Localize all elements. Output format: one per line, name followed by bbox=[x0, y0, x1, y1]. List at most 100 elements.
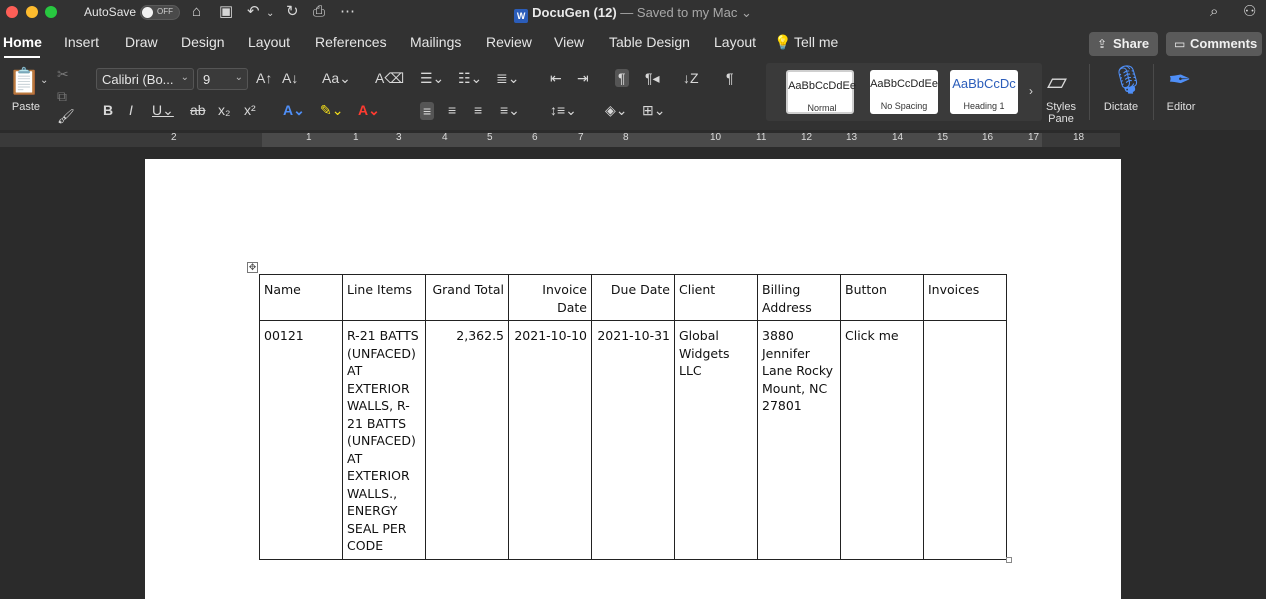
show-marks-icon[interactable]: ¶ bbox=[726, 70, 734, 86]
shrink-font-icon[interactable]: A↓ bbox=[282, 70, 298, 86]
borders-icon[interactable]: ⊞⌄ bbox=[642, 102, 665, 118]
numbering-icon[interactable]: ☷⌄ bbox=[458, 70, 482, 86]
style-no-spacing[interactable]: AaBbCcDdEe No Spacing bbox=[870, 70, 938, 114]
clear-formatting-icon[interactable]: A⌫ bbox=[375, 70, 404, 86]
cell-billing-address[interactable]: 3880 Jennifer Lane Rocky Mount, NC 27801 bbox=[757, 320, 841, 560]
tell-me[interactable]: Tell me bbox=[794, 34, 838, 50]
saved-status[interactable]: — Saved to my Mac ⌄ bbox=[620, 5, 752, 20]
shading-icon[interactable]: ◈⌄ bbox=[605, 102, 628, 118]
table-move-handle[interactable]: ✥ bbox=[247, 262, 258, 273]
tab-table-layout[interactable]: Layout bbox=[714, 34, 756, 50]
italic-icon[interactable]: I bbox=[129, 102, 133, 118]
ruler-number: 14 bbox=[892, 132, 904, 143]
align-center-icon[interactable]: ≡ bbox=[448, 102, 456, 118]
align-left-icon[interactable]: ≡ bbox=[420, 102, 435, 120]
header-grand-total[interactable]: Grand Total bbox=[425, 274, 509, 321]
tab-design[interactable]: Design bbox=[181, 34, 225, 50]
ruler-number: 2 bbox=[171, 132, 177, 143]
dictate-label[interactable]: Dictate bbox=[1098, 101, 1144, 113]
editor-icon[interactable]: ✒ bbox=[1168, 64, 1191, 96]
divider bbox=[1153, 64, 1154, 120]
cell-client[interactable]: Global Widgets LLC bbox=[674, 320, 758, 560]
comments-button[interactable]: ▭ Comments bbox=[1166, 32, 1262, 56]
tab-table-design[interactable]: Table Design bbox=[609, 34, 690, 50]
style-preview: AaBbCcDdEe bbox=[788, 80, 856, 92]
paste-icon[interactable]: 📋 bbox=[8, 66, 40, 96]
tab-draw[interactable]: Draw bbox=[125, 34, 158, 50]
header-invoice-date[interactable]: Invoice Date bbox=[508, 274, 592, 321]
divider bbox=[1089, 64, 1090, 120]
table-resize-handle[interactable] bbox=[1006, 557, 1012, 563]
font-color-icon[interactable]: A⌄ bbox=[358, 102, 380, 118]
multilevel-list-icon[interactable]: ≣⌄ bbox=[496, 70, 519, 86]
cell-invoices[interactable] bbox=[923, 320, 1007, 560]
editor-label[interactable]: Editor bbox=[1160, 101, 1202, 113]
style-preview: AaBbCcDdEe bbox=[870, 78, 938, 90]
paste-label[interactable]: Paste bbox=[6, 101, 46, 113]
table-header-row: Name Line Items Grand Total Invoice Date… bbox=[259, 274, 1007, 321]
cell-due-date[interactable]: 2021-10-31 bbox=[591, 320, 675, 560]
font-name-select[interactable]: Calibri (Bo... ⌄ bbox=[96, 68, 194, 90]
tab-insert[interactable]: Insert bbox=[64, 34, 99, 50]
styles-pane-label[interactable]: Styles Pane bbox=[1040, 101, 1082, 125]
ltr-icon[interactable]: ¶ bbox=[615, 69, 629, 87]
account-icon[interactable]: ⚇ bbox=[1243, 3, 1256, 21]
header-client[interactable]: Client bbox=[674, 274, 758, 321]
header-name[interactable]: Name bbox=[259, 274, 343, 321]
cell-name[interactable]: 00121 bbox=[259, 320, 343, 560]
style-heading-1[interactable]: AaBbCcDc Heading 1 bbox=[950, 70, 1018, 114]
cell-line-items[interactable]: R-21 BATTS (UNFACED) AT EXTERIOR WALLS, … bbox=[342, 320, 426, 560]
strikethrough-icon[interactable]: ab bbox=[190, 102, 206, 118]
tab-mailings[interactable]: Mailings bbox=[410, 34, 461, 50]
cell-button[interactable]: Click me bbox=[840, 320, 924, 560]
chevron-right-icon[interactable]: › bbox=[1029, 83, 1033, 99]
style-normal[interactable]: AaBbCcDdEe Normal bbox=[786, 70, 856, 114]
tab-references[interactable]: References bbox=[315, 34, 387, 50]
copy-icon[interactable]: ⧉ bbox=[57, 88, 67, 104]
cell-invoice-date[interactable]: 2021-10-10 bbox=[508, 320, 592, 560]
header-button[interactable]: Button bbox=[840, 274, 924, 321]
microphone-icon[interactable]: 🎙 bbox=[1110, 64, 1146, 96]
doc-name: DocuGen (12) bbox=[532, 5, 617, 20]
format-painter-icon[interactable]: 🖌 bbox=[57, 108, 75, 124]
ruler-number: 16 bbox=[982, 132, 994, 143]
ruler-number: 13 bbox=[846, 132, 858, 143]
text-effects-icon[interactable]: A⌄ bbox=[283, 102, 305, 118]
paste-dropdown-icon[interactable]: ⌄ bbox=[40, 73, 48, 89]
share-button[interactable]: ⇪ Share bbox=[1089, 32, 1158, 56]
style-preview: AaBbCcDc bbox=[952, 76, 1016, 91]
bullets-icon[interactable]: ☰⌄ bbox=[420, 70, 444, 86]
cell-grand-total[interactable]: 2,362.5 bbox=[425, 320, 509, 560]
styles-pane-icon[interactable]: ▱ bbox=[1047, 66, 1067, 96]
justify-icon[interactable]: ≡⌄ bbox=[500, 102, 520, 118]
rtl-icon[interactable]: ¶◂ bbox=[645, 70, 660, 86]
decrease-indent-icon[interactable]: ⇤ bbox=[550, 70, 562, 86]
sort-icon[interactable]: ↓Z bbox=[683, 70, 699, 86]
tab-home[interactable]: Home bbox=[3, 34, 42, 50]
tab-layout[interactable]: Layout bbox=[248, 34, 290, 50]
header-due-date[interactable]: Due Date bbox=[591, 274, 675, 321]
bold-icon[interactable]: B bbox=[103, 102, 113, 118]
window-title: W DocuGen (12) — Saved to my Mac ⌄ bbox=[0, 5, 1266, 23]
subscript-icon[interactable]: x₂ bbox=[218, 102, 230, 118]
search-icon[interactable]: ⌕ bbox=[1210, 3, 1218, 21]
change-case-icon[interactable]: Aa⌄ bbox=[322, 70, 351, 86]
header-invoices[interactable]: Invoices bbox=[923, 274, 1007, 321]
tab-review[interactable]: Review bbox=[486, 34, 532, 50]
tab-view[interactable]: View bbox=[554, 34, 584, 50]
header-billing-address[interactable]: Billing Address bbox=[757, 274, 841, 321]
header-line-items[interactable]: Line Items bbox=[342, 274, 426, 321]
ruler-number: 10 bbox=[710, 132, 722, 143]
increase-indent-icon[interactable]: ⇥ bbox=[577, 70, 589, 86]
comment-icon: ▭ bbox=[1174, 37, 1186, 51]
align-right-icon[interactable]: ≡ bbox=[474, 102, 482, 118]
superscript-icon[interactable]: x² bbox=[244, 102, 256, 118]
font-size-select[interactable]: 9 ⌄ bbox=[197, 68, 248, 90]
underline-icon[interactable]: U⌄ bbox=[152, 102, 174, 118]
share-label: Share bbox=[1113, 36, 1150, 51]
data-table[interactable]: Name Line Items Grand Total Invoice Date… bbox=[259, 274, 1007, 560]
line-spacing-icon[interactable]: ↕≡⌄ bbox=[550, 102, 577, 118]
cut-icon[interactable]: ✂ bbox=[57, 66, 69, 82]
highlight-icon[interactable]: ✎⌄ bbox=[320, 102, 343, 118]
grow-font-icon[interactable]: A↑ bbox=[256, 70, 272, 86]
